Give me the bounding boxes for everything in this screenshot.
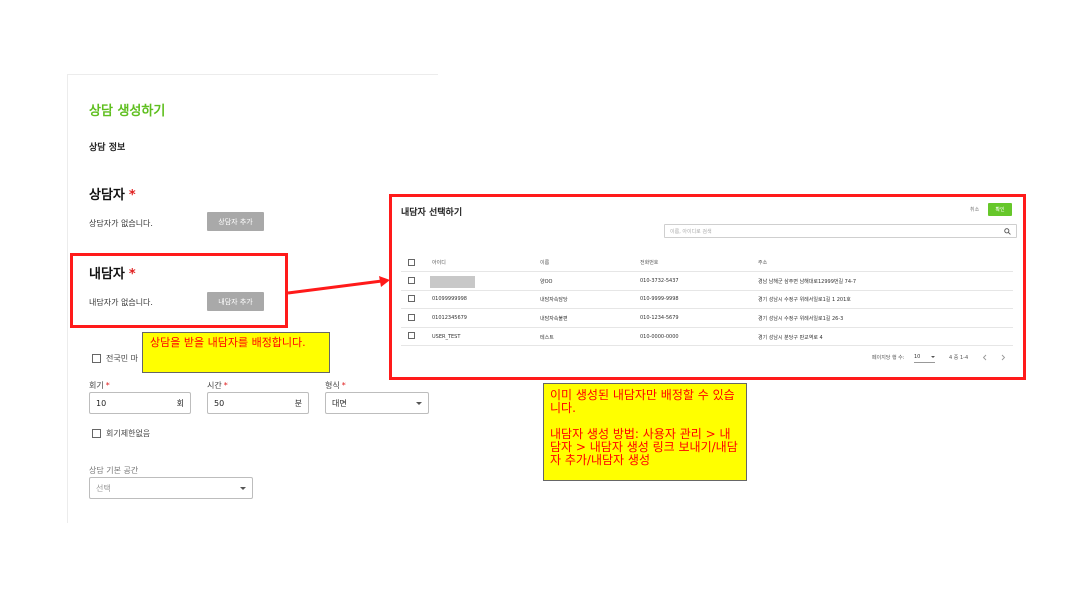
chevron-down-icon (416, 401, 422, 405)
required-mark: * (128, 188, 136, 203)
add-counselee-button[interactable]: 상담자 추가 (207, 212, 264, 231)
session-count-unit: 회 (176, 398, 184, 408)
page-title: 상담 생성하기 (89, 104, 166, 119)
session-count-input[interactable]: 10 회 (89, 392, 191, 414)
counselee-heading: 상담자 * (89, 184, 136, 203)
duration-label-text: 시간 (207, 381, 222, 390)
session-count-label-text: 회기 (89, 381, 104, 390)
duration-input[interactable]: 50 분 (207, 392, 309, 414)
base-space-select[interactable]: 선택 (89, 477, 253, 499)
format-label-text: 형식 (325, 381, 340, 390)
no-limit-checkbox-label: 회기제한없음 (106, 429, 151, 438)
session-count-label: 회기 * (89, 380, 110, 391)
format-label: 형식 * (325, 380, 346, 391)
section-title: 상담 정보 (89, 143, 126, 153)
duration-value: 50 (214, 398, 225, 408)
session-count-value: 10 (96, 398, 107, 408)
arrow-icon (287, 276, 390, 295)
modal-note: 이미 생성된 내담자만 배정할 수 있습니다. 내담자 생성 방법: 사용자 관… (543, 383, 747, 481)
modal-note-line1: 이미 생성된 내담자만 배정할 수 있습니다. (550, 388, 735, 415)
duration-label: 시간 * (207, 380, 228, 391)
chevron-down-icon (240, 486, 246, 490)
counselor-highlight-box (70, 253, 288, 328)
nationwide-checkbox[interactable] (92, 354, 101, 363)
base-space-label: 상담 기본 공간 (89, 466, 139, 475)
required-mark: * (341, 381, 346, 390)
counselee-heading-text: 상담자 (89, 188, 125, 203)
no-limit-checkbox[interactable] (92, 429, 101, 438)
format-select[interactable]: 대면 (325, 392, 429, 414)
duration-unit: 분 (294, 398, 302, 408)
base-space-placeholder: 선택 (96, 483, 111, 493)
modal-note-line2: 내담자 생성 방법: 사용자 관리 > 내담자 > 내담자 생성 링크 보내기/… (550, 427, 738, 467)
required-mark: * (105, 381, 110, 390)
modal-highlight-box (389, 194, 1026, 380)
nationwide-checkbox-label: 전국민 마 (106, 354, 138, 363)
format-value: 대면 (332, 398, 347, 408)
assign-note: 상담을 받을 내담자를 배정합니다. (142, 332, 330, 373)
required-mark: * (223, 381, 228, 390)
counselee-empty-text: 상담자가 없습니다. (89, 219, 153, 228)
